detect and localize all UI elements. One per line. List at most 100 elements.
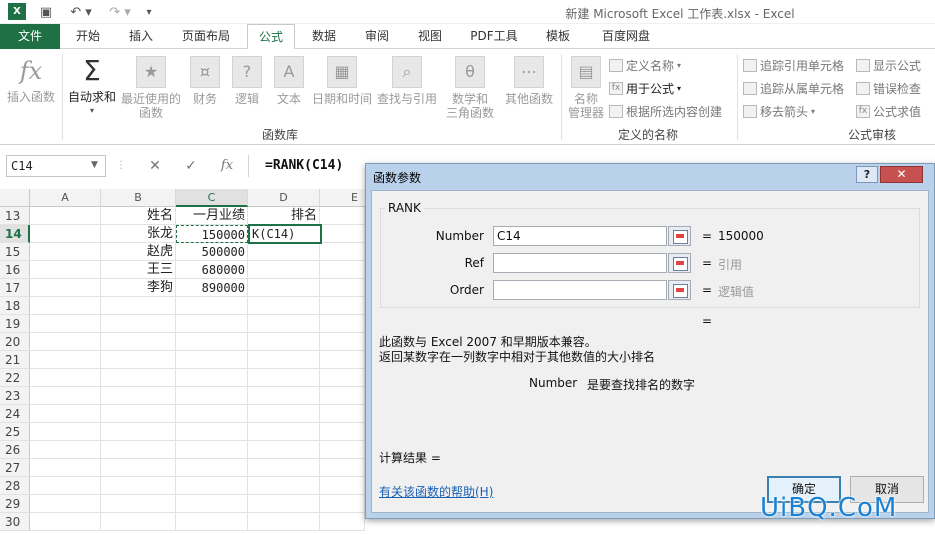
tab-formulas[interactable]: 公式 xyxy=(247,24,295,50)
remove-arrows-button[interactable]: 移去箭头 ▾ xyxy=(743,103,815,120)
grid-cell[interactable] xyxy=(30,279,101,297)
grid-cell[interactable] xyxy=(30,459,101,477)
grid-cell[interactable] xyxy=(30,243,101,261)
grid-cell[interactable] xyxy=(101,369,176,387)
tab-review[interactable]: 审阅 xyxy=(354,24,400,49)
row-header[interactable]: 25 xyxy=(0,423,30,441)
grid-cell[interactable] xyxy=(30,441,101,459)
grid-cell[interactable] xyxy=(30,477,101,495)
customize-toolbar-icon[interactable]: ▾ xyxy=(142,2,156,22)
grid-cell[interactable] xyxy=(101,297,176,315)
trace-precedents-button[interactable]: 追踪引用单元格 xyxy=(743,57,844,74)
column-header-b[interactable]: B xyxy=(101,189,176,207)
grid-cell[interactable] xyxy=(248,243,320,261)
row-header[interactable]: 27 xyxy=(0,459,30,477)
row-header[interactable]: 29 xyxy=(0,495,30,513)
grid-cell[interactable] xyxy=(320,459,365,477)
function-help-link[interactable]: 有关该函数的帮助(H) xyxy=(379,483,493,500)
error-checking-button[interactable]: 错误检查 xyxy=(856,80,921,97)
tab-templates[interactable]: 模板 xyxy=(535,24,581,49)
grid-cell[interactable] xyxy=(248,261,320,279)
row-header[interactable]: 16 xyxy=(0,261,30,279)
grid-cell[interactable] xyxy=(30,297,101,315)
grid-cell[interactable] xyxy=(320,333,365,351)
create-from-selection-button[interactable]: 根据所选内容创建 xyxy=(609,103,722,120)
grid-cell[interactable] xyxy=(101,333,176,351)
grid-cell[interactable] xyxy=(30,261,101,279)
grid-cell[interactable] xyxy=(320,279,365,297)
arg-order-input[interactable] xyxy=(493,280,667,300)
row-header[interactable]: 19 xyxy=(0,315,30,333)
select-all-corner[interactable] xyxy=(0,189,30,207)
cell-b15[interactable]: 赵虎 xyxy=(101,243,176,261)
grid-cell[interactable] xyxy=(176,369,248,387)
row-header[interactable]: 13 xyxy=(0,207,30,225)
column-header-a[interactable]: A xyxy=(30,189,101,207)
tab-home[interactable]: 开始 xyxy=(64,24,112,49)
grid-cell[interactable] xyxy=(176,351,248,369)
grid-cell[interactable] xyxy=(30,423,101,441)
grid-cell[interactable] xyxy=(176,297,248,315)
grid-cell[interactable] xyxy=(30,513,101,531)
grid-cell[interactable] xyxy=(101,495,176,513)
grid-cell[interactable] xyxy=(248,513,320,531)
financial-button[interactable]: ¤ 财务 xyxy=(188,56,222,106)
row-header[interactable]: 30 xyxy=(0,513,30,531)
cell-c14[interactable]: 150000 xyxy=(176,225,248,243)
grid-cell[interactable] xyxy=(248,441,320,459)
row-header[interactable]: 23 xyxy=(0,387,30,405)
tab-pdf-tools[interactable]: PDF工具 xyxy=(461,24,527,49)
grid-cell[interactable] xyxy=(320,405,365,423)
logical-button[interactable]: ? 逻辑 xyxy=(230,56,264,106)
row-header[interactable]: 21 xyxy=(0,351,30,369)
grid-cell[interactable] xyxy=(30,405,101,423)
grid-cell[interactable] xyxy=(248,405,320,423)
row-header[interactable]: 28 xyxy=(0,477,30,495)
tab-view[interactable]: 视图 xyxy=(407,24,453,49)
grid-cell[interactable] xyxy=(320,423,365,441)
grid-cell[interactable] xyxy=(320,369,365,387)
grid-cell[interactable] xyxy=(320,495,365,513)
grid-cell[interactable] xyxy=(101,477,176,495)
collapse-dialog-icon[interactable] xyxy=(668,226,691,246)
grid-cell[interactable] xyxy=(320,207,365,225)
grid-cell[interactable] xyxy=(320,477,365,495)
define-name-button[interactable]: 定义名称 ▾ xyxy=(609,57,681,74)
grid-cell[interactable] xyxy=(101,387,176,405)
column-header-d[interactable]: D xyxy=(248,189,320,207)
grid-cell[interactable] xyxy=(30,315,101,333)
row-header[interactable]: 15 xyxy=(0,243,30,261)
text-button[interactable]: A 文本 xyxy=(272,56,306,106)
grid-cell[interactable] xyxy=(320,261,365,279)
grid-cell[interactable] xyxy=(248,477,320,495)
collapse-dialog-icon[interactable] xyxy=(668,253,691,273)
name-box-dropdown-icon[interactable]: ▼ xyxy=(91,160,98,170)
use-in-formula-button[interactable]: fx 用于公式 ▾ xyxy=(609,80,681,97)
grid-cell[interactable] xyxy=(320,315,365,333)
date-time-button[interactable]: ▦ 日期和时间 xyxy=(310,56,374,106)
recent-functions-button[interactable]: ★ 最近使用的 函数 xyxy=(120,56,182,120)
insert-function-fx-button[interactable]: fx xyxy=(212,155,242,177)
name-manager-button[interactable]: ▤ 名称 管理器 xyxy=(565,56,607,120)
grid-cell[interactable] xyxy=(248,315,320,333)
grid-cell[interactable] xyxy=(30,225,101,243)
grid-cell[interactable] xyxy=(30,495,101,513)
grid-cell[interactable] xyxy=(248,495,320,513)
grid-cell[interactable] xyxy=(30,351,101,369)
row-header[interactable]: 26 xyxy=(0,441,30,459)
grid-cell[interactable] xyxy=(320,243,365,261)
more-functions-button[interactable]: ⋯ 其他函数 xyxy=(502,56,556,106)
grid-cell[interactable] xyxy=(176,333,248,351)
grid-cell[interactable] xyxy=(176,423,248,441)
grid-cell[interactable] xyxy=(176,441,248,459)
tab-data[interactable]: 数据 xyxy=(301,24,347,49)
trace-dependents-button[interactable]: 追踪从属单元格 xyxy=(743,80,844,97)
grid-cell[interactable] xyxy=(248,423,320,441)
insert-function-button[interactable]: fx 插入函数 xyxy=(4,56,58,104)
tab-insert[interactable]: 插入 xyxy=(117,24,165,49)
grid-cell[interactable] xyxy=(248,297,320,315)
grid-cell[interactable] xyxy=(101,459,176,477)
cell-d13[interactable]: 排名 xyxy=(248,207,320,225)
cell-b17[interactable]: 李狗 xyxy=(101,279,176,297)
grid-cell[interactable] xyxy=(248,459,320,477)
